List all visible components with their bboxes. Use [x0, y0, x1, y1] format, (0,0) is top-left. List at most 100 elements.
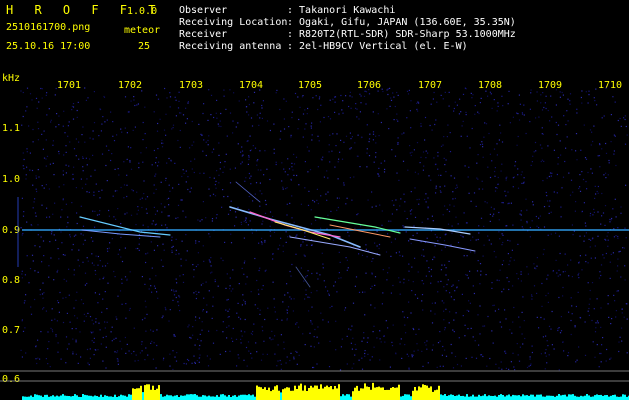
noise-speck: [557, 328, 559, 330]
noise-speck: [564, 253, 566, 255]
noise-speck: [138, 162, 140, 164]
noise-speck: [374, 242, 376, 244]
noise-speck: [179, 296, 181, 298]
level-bar: [234, 395, 236, 400]
noise-speck: [369, 359, 371, 361]
level-bar: [450, 394, 452, 400]
noise-speck: [226, 299, 228, 301]
noise-speck: [78, 265, 80, 267]
noise-speck: [477, 314, 479, 316]
noise-speck: [437, 151, 439, 154]
noise-speck: [541, 109, 544, 111]
noise-speck: [114, 351, 116, 353]
level-bar: [480, 396, 482, 400]
level-bar: [604, 395, 606, 400]
noise-speck: [117, 208, 119, 210]
noise-speck: [138, 243, 140, 245]
level-bar: [588, 395, 590, 400]
noise-speck: [502, 260, 505, 262]
noise-speck: [575, 133, 578, 135]
noise-speck: [368, 141, 370, 143]
noise-speck: [489, 220, 491, 222]
level-bar: [88, 395, 90, 400]
noise-speck: [615, 216, 617, 218]
level-bar: [274, 386, 276, 400]
level-bar: [560, 395, 562, 400]
noise-speck: [273, 148, 275, 150]
noise-speck: [25, 294, 27, 296]
noise-speck: [516, 273, 518, 275]
noise-speck: [210, 265, 212, 267]
noise-speck: [364, 90, 366, 92]
noise-speck: [124, 247, 126, 249]
noise-speck: [58, 186, 60, 188]
noise-speck: [172, 350, 174, 352]
noise-speck: [365, 91, 368, 93]
noise-speck: [593, 308, 595, 310]
noise-speck: [162, 243, 164, 245]
noise-speck: [350, 107, 352, 109]
noise-speck: [307, 270, 309, 272]
level-bar: [58, 396, 60, 400]
noise-speck: [281, 162, 283, 164]
noise-speck: [287, 236, 289, 238]
level-bar: [176, 395, 178, 400]
noise-speck: [155, 367, 157, 369]
noise-speck: [259, 182, 261, 184]
noise-speck: [570, 179, 573, 181]
noise-speck: [129, 160, 131, 162]
noise-speck: [212, 305, 214, 307]
level-bar: [240, 394, 242, 400]
noise-speck: [22, 115, 24, 118]
noise-speck: [273, 298, 275, 300]
noise-speck: [182, 281, 185, 283]
noise-speck: [588, 307, 590, 310]
noise-speck: [574, 326, 576, 328]
noise-speck: [376, 337, 378, 339]
noise-speck: [356, 108, 358, 110]
noise-speck: [427, 197, 429, 199]
noise-speck: [482, 355, 484, 358]
noise-speck: [22, 165, 24, 167]
noise-speck: [173, 289, 175, 291]
noise-speck: [416, 142, 419, 144]
noise-speck: [178, 304, 180, 307]
noise-speck: [217, 285, 219, 287]
noise-speck: [92, 240, 94, 242]
level-bar: [394, 387, 396, 400]
noise-speck: [462, 120, 464, 122]
noise-speck: [617, 290, 619, 292]
noise-speck: [437, 168, 439, 170]
noise-speck: [242, 294, 244, 296]
noise-speck: [482, 255, 484, 257]
noise-speck: [544, 102, 546, 104]
noise-speck: [41, 185, 43, 187]
noise-speck: [120, 256, 122, 258]
noise-speck: [382, 269, 384, 271]
noise-speck: [562, 176, 565, 178]
noise-speck: [256, 351, 258, 353]
noise-speck: [512, 352, 514, 354]
noise-speck: [489, 213, 491, 215]
noise-speck: [410, 242, 412, 245]
noise-speck: [58, 150, 60, 153]
noise-speck: [180, 199, 182, 201]
noise-speck: [266, 120, 269, 122]
noise-speck: [551, 310, 553, 313]
noise-speck: [572, 191, 574, 193]
noise-speck: [35, 345, 37, 347]
noise-speck: [489, 176, 492, 179]
noise-speck: [248, 103, 250, 106]
noise-speck: [31, 224, 33, 227]
noise-speck: [589, 129, 592, 131]
noise-speck: [185, 170, 187, 172]
noise-speck: [106, 321, 108, 323]
noise-speck: [257, 307, 259, 309]
noise-speck: [559, 274, 561, 276]
noise-speck: [146, 313, 148, 315]
noise-speck: [63, 110, 65, 112]
noise-speck: [456, 363, 459, 366]
noise-speck: [360, 95, 362, 97]
noise-speck: [195, 316, 197, 318]
noise-speck: [349, 95, 351, 97]
